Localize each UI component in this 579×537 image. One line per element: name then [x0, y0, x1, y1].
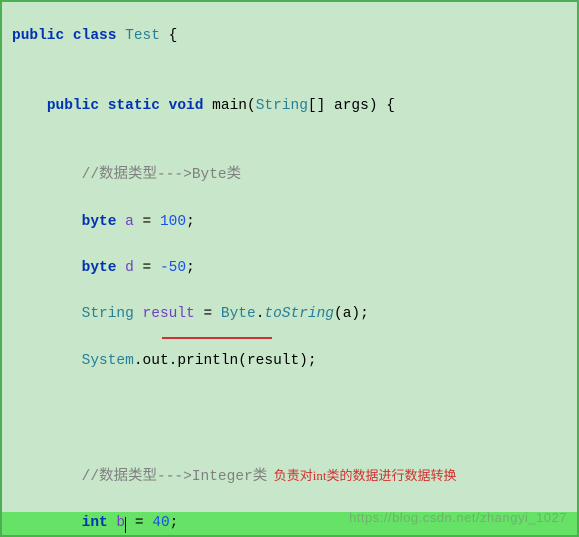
indent: [12, 167, 82, 183]
keyword: class: [73, 28, 117, 44]
indent: [12, 515, 82, 531]
type: String: [82, 306, 134, 322]
indent: [12, 214, 82, 230]
indent: [12, 98, 47, 114]
number: 100: [160, 214, 186, 230]
code-line: byte d = -50;: [2, 257, 577, 280]
indent: [12, 353, 82, 369]
code-editor: public class Test { public static void m…: [0, 0, 579, 537]
code-line: //数据类型--->Integer类 负责对int类的数据进行数据转换: [2, 466, 577, 489]
indent: [12, 469, 82, 485]
type: String: [256, 98, 308, 114]
params: [] args) {: [308, 98, 395, 114]
code-line: //数据类型--->Byte类: [2, 164, 577, 187]
keyword: static: [108, 98, 160, 114]
var: b: [108, 515, 125, 531]
keyword: byte: [82, 214, 117, 230]
number: -50: [160, 260, 186, 276]
indent: [12, 306, 82, 322]
keyword: void: [169, 98, 204, 114]
indent: [12, 260, 82, 276]
code-line: System.out.println(result);: [2, 350, 577, 373]
code-line: byte a = 100;: [2, 211, 577, 234]
var: d: [116, 260, 133, 276]
op: =: [195, 306, 221, 322]
semi: ;: [186, 214, 195, 230]
args: (a);: [334, 306, 369, 322]
class-name: System: [82, 353, 134, 369]
code-line: String result = Byte.toString(a);: [2, 303, 577, 326]
code-line: public static void main(String[] args) {: [2, 95, 577, 118]
annotation-text: 负责对int类的数据进行数据转换: [267, 468, 456, 483]
var: a: [116, 214, 133, 230]
class-name: Test: [125, 28, 160, 44]
call: .out.println(result);: [134, 353, 317, 369]
comment: //数据类型--->Byte类: [82, 167, 242, 183]
annotation-underline: [162, 337, 272, 339]
method-name: main(: [203, 98, 255, 114]
comment: //数据类型--->Integer类: [82, 469, 268, 485]
op: =: [134, 260, 160, 276]
keyword: public: [47, 98, 99, 114]
semi: ;: [186, 260, 195, 276]
number: 40: [152, 515, 169, 531]
keyword: public: [12, 28, 64, 44]
brace: {: [160, 28, 177, 44]
keyword: byte: [82, 260, 117, 276]
op: =: [126, 515, 152, 531]
code-line: public class Test {: [2, 25, 577, 48]
watermark: https://blog.csdn.net/zhangyi_1027: [349, 508, 567, 529]
var: result: [134, 306, 195, 322]
method: toString: [264, 306, 334, 322]
op: =: [134, 214, 160, 230]
keyword: int: [82, 515, 108, 531]
class-name: Byte: [221, 306, 256, 322]
semi: ;: [170, 515, 179, 531]
